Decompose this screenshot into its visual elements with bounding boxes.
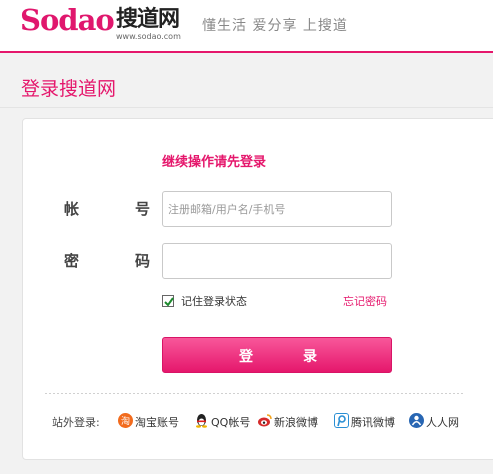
password-input[interactable]: [162, 243, 392, 279]
forgot-password-link[interactable]: 忘记密码: [343, 294, 387, 309]
account-label-char-2: 号: [135, 200, 151, 218]
logo-wordmark: Sodao: [20, 3, 115, 37]
svg-text:淘: 淘: [121, 415, 130, 427]
tencent-weibo-label: 腾讯微博: [351, 416, 395, 429]
account-label-char-1: 帐: [64, 200, 80, 218]
login-button[interactable]: 登 录: [162, 337, 392, 373]
login-prompt: 继续操作请先登录: [162, 155, 267, 170]
external-login-bar: 站外登录: 淘 淘宝账号 QQ帐号 新浪微博 腾讯微博 人人网: [52, 411, 492, 431]
page-title: 登录搜道网: [21, 78, 117, 100]
section-divider: [45, 393, 465, 394]
remember-checkbox[interactable]: [162, 295, 174, 307]
logo-chinese-name: 搜道网: [116, 7, 180, 32]
site-slogan: 懂生活 爱分享 上搜道: [202, 18, 348, 34]
taobao-label: 淘宝账号: [135, 416, 179, 429]
site-logo[interactable]: Sodao 搜道网 www.sodao.com: [20, 4, 190, 44]
external-login-label: 站外登录:: [52, 416, 100, 429]
qq-icon: [194, 413, 209, 428]
login-button-char-1: 登: [239, 349, 254, 365]
tencent-weibo-icon: [334, 413, 349, 428]
renren-label: 人人网: [426, 416, 459, 429]
title-divider: [0, 107, 493, 108]
taobao-icon: 淘: [118, 413, 133, 428]
sina-weibo-label: 新浪微博: [274, 416, 318, 429]
login-button-char-2: 录: [303, 349, 318, 365]
weibo-icon: [257, 413, 272, 428]
password-label-char-1: 密: [64, 252, 80, 270]
login-card: 继续操作请先登录 帐 号 密 码 记住登录状态 忘记密码 登 录 站外登录: 淘…: [22, 118, 493, 460]
remember-label: 记住登录状态: [181, 295, 247, 308]
checkmark-icon: [164, 297, 174, 307]
site-header: Sodao 搜道网 www.sodao.com 懂生活 爱分享 上搜道: [0, 0, 493, 52]
logo-url: www.sodao.com: [116, 32, 181, 41]
password-label-char-2: 码: [135, 252, 151, 270]
qq-label: QQ帐号: [211, 416, 251, 429]
header-divider: [0, 51, 493, 53]
renren-icon: [409, 413, 424, 428]
account-input[interactable]: [162, 191, 392, 227]
